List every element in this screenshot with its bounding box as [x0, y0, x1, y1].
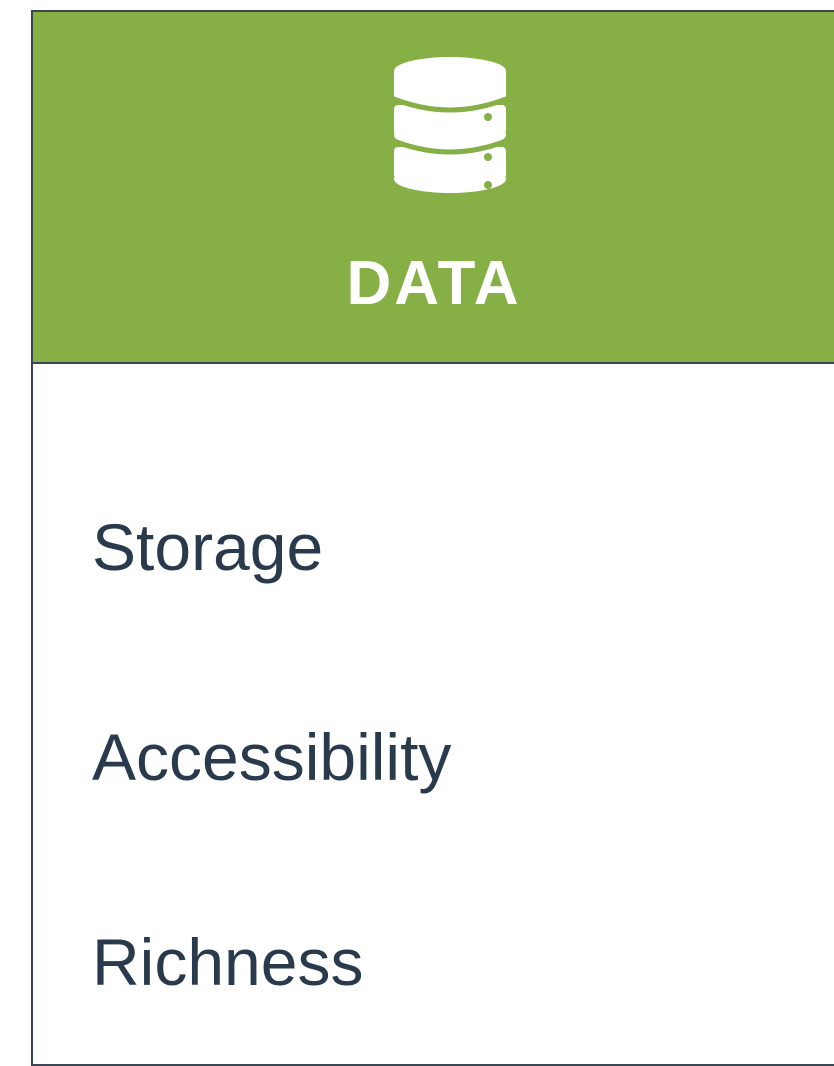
- database-icon: [393, 57, 507, 193]
- data-card: DATA Storage Accessibility Richness: [31, 10, 834, 1066]
- list-item-accessibility: Accessibility: [92, 720, 452, 794]
- list-item-storage: Storage: [92, 510, 324, 584]
- card-title: DATA: [346, 249, 522, 318]
- card-header: DATA: [33, 12, 834, 364]
- list-item-richness: Richness: [92, 925, 364, 999]
